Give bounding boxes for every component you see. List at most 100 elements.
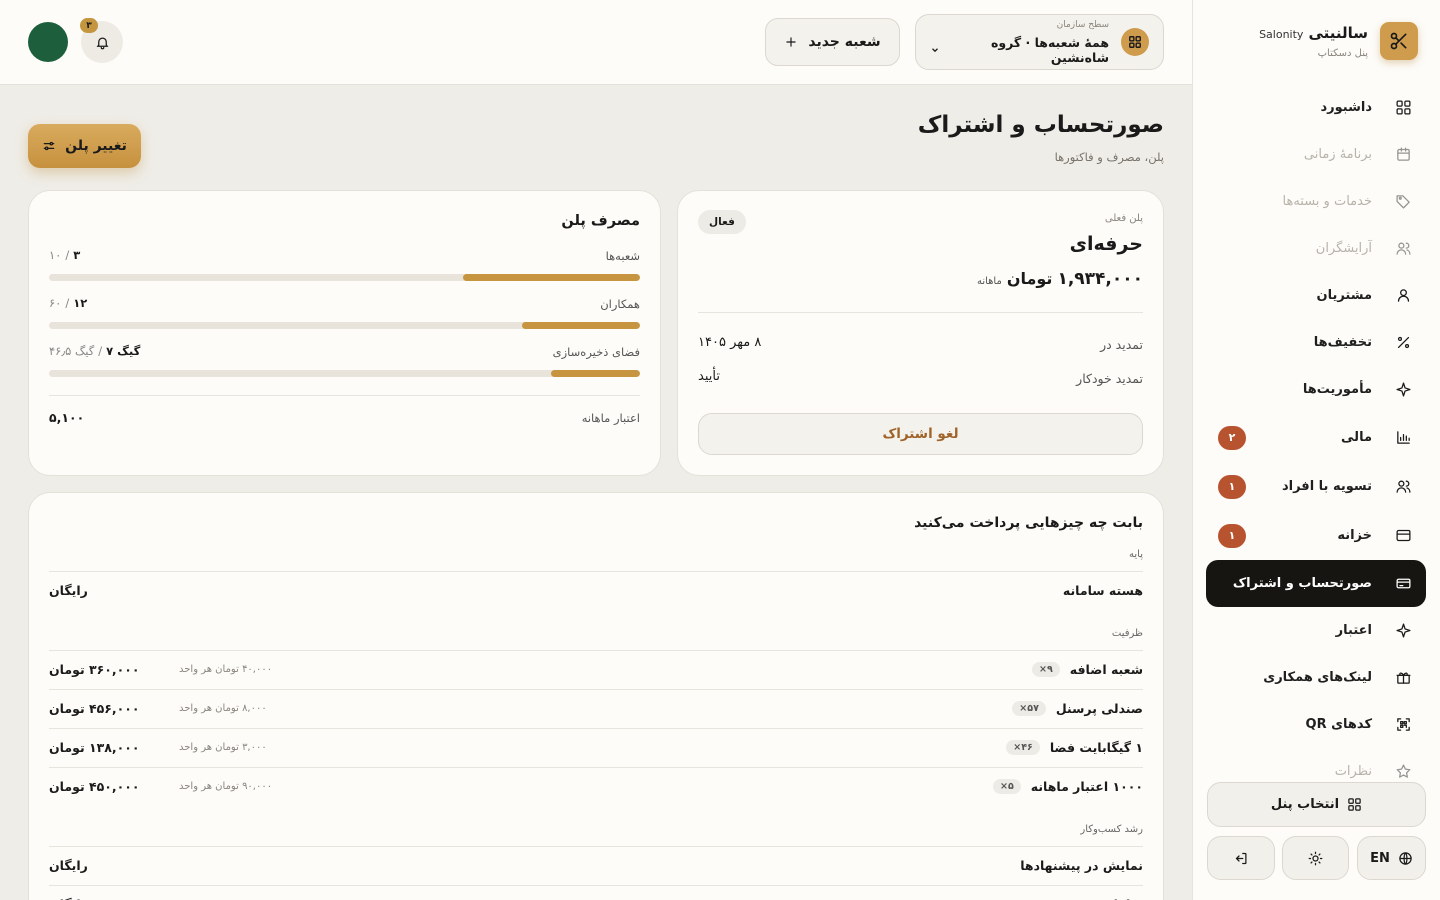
sidebar-item-badge: ۲: [1218, 425, 1246, 450]
star-icon: [1394, 763, 1412, 781]
plan-period: ماهانه: [976, 276, 1002, 287]
usage-used: ۷ گیگ: [106, 344, 141, 358]
language-label: EN: [1370, 850, 1390, 866]
sidebar-item-badge: ۱: [1218, 474, 1246, 499]
brand: سالنیتی Salonity پنل دسکتاپ: [1259, 22, 1418, 60]
chevron-down-icon: [930, 45, 940, 55]
globe-icon: [1398, 851, 1413, 866]
select-panel-button[interactable]: انتخاب پنل: [1207, 782, 1426, 827]
sidebar-item-4[interactable]: مشتریان: [1206, 272, 1426, 319]
brand-subtitle: پنل دسکتاپ: [1317, 47, 1368, 59]
change-plan-button[interactable]: تغییر پلن: [28, 124, 141, 168]
usage-total: ۱۰: [49, 248, 62, 262]
logout-button[interactable]: [1207, 836, 1275, 880]
sidebar-item-11[interactable]: اعتبار: [1206, 607, 1426, 654]
payment-item-amount: ۱۳۸,۰۰۰ تومان: [49, 740, 140, 755]
current-plan-card: پلن فعلی حرفه‌ای فعال ۱,۹۳۴,۰۰۰ تومان ما…: [677, 190, 1164, 476]
payment-item-amount: ۴۵۶,۰۰۰ تومان: [49, 701, 140, 716]
usage-row-value: ۱۰/۳: [49, 248, 81, 262]
chart-icon: [1394, 429, 1412, 447]
plan-name: حرفه‌ای: [1069, 233, 1143, 255]
sidebar-nav: داشبورد برنامهٔ زمانی خدمات و بسته‌ها آرایش…: [1206, 84, 1426, 795]
page-title: صورتحساب و اشتراک: [917, 112, 1164, 138]
org-selector[interactable]: سطح سازمان همهٔ شعبه‌ها · گروه شاه‌نشین: [915, 14, 1164, 70]
logout-icon: [1234, 851, 1249, 866]
monthly-credit-value: ۵,۱۰۰: [49, 410, 85, 425]
sidebar-item-1[interactable]: برنامهٔ زمانی: [1206, 131, 1426, 178]
usage-progress-bar: [49, 370, 640, 377]
payment-item-amount: رایگان: [49, 583, 88, 598]
sidebar-item-label: خدمات و بسته‌ها: [1282, 194, 1373, 209]
usage-used: ۳: [73, 248, 81, 262]
table-row: ۱ گیگابایت فضا ۴۶× ۳,۰۰۰ تومان هر واحد ۱۳۸,…: [49, 728, 1143, 766]
payment-item-multiplier: ۴۶×: [1006, 740, 1040, 755]
plan-currency: تومان: [1006, 269, 1053, 288]
sidebar-item-label: نظرات: [1334, 764, 1372, 779]
language-button[interactable]: EN: [1357, 836, 1426, 880]
payment-section-label: پایه: [1129, 549, 1143, 560]
sidebar-item-label: صورتحساب و اشتراک: [1232, 576, 1372, 591]
usage-total: ۴۶٫۵ گیگ: [49, 344, 95, 358]
sidebar-item-3[interactable]: آرایشگران: [1206, 225, 1426, 272]
payment-item-name: ۱۰۰۰ اعتبار ماهانه: [1030, 779, 1143, 794]
grid-icon: [1394, 99, 1412, 117]
plan-usage-card: مصرف پلن شعبه‌ها ۱۰/۳ همکاران ۶۰/۱۲ فضای ذخی…: [28, 190, 661, 476]
cancel-subscription-button[interactable]: لغو اشتراک: [698, 413, 1143, 455]
usage-progress-fill: [521, 322, 640, 329]
payment-item-unit-price: ۴۰,۰۰۰ تومان هر واحد: [179, 664, 273, 675]
sidebar-item-2[interactable]: خدمات و بسته‌ها: [1206, 178, 1426, 225]
gift-icon: [1394, 669, 1412, 687]
usage-row-label: همکاران: [600, 297, 640, 311]
sidebar-item-0[interactable]: داشبورد: [1206, 84, 1426, 131]
sidebar-item-6[interactable]: مأموریت‌ها: [1206, 366, 1426, 413]
payment-section-label: ظرفیت: [1111, 628, 1143, 639]
grid-icon: [1347, 797, 1362, 812]
user-icon: [1394, 287, 1412, 305]
sidebar-item-7[interactable]: مالی ۲: [1206, 413, 1426, 462]
notification-count-badge: ۳: [80, 18, 98, 33]
tag-icon: [1394, 193, 1412, 211]
payment-item-name: نمایش در پیشنهادها: [1020, 858, 1143, 873]
payment-item-name: صندلی پرسنل: [1055, 701, 1143, 716]
payment-breakdown-title: بابت چه چیزهایی پرداخت می‌کنید: [914, 515, 1143, 531]
auto-renew-value: تأیید: [698, 369, 720, 384]
org-value: همهٔ شعبه‌ها · گروه شاه‌نشین: [990, 34, 1109, 65]
card-icon: [1394, 575, 1412, 593]
select-panel-label: انتخاب پنل: [1270, 797, 1340, 812]
usage-used: ۱۲: [73, 296, 88, 310]
usage-progress-fill: [551, 370, 640, 377]
percent-icon: [1394, 334, 1412, 352]
sparkle-icon: [1394, 381, 1412, 399]
sidebar-item-12[interactable]: لینک‌های همکاری: [1206, 654, 1426, 701]
sidebar-item-10[interactable]: صورتحساب و اشتراک: [1206, 560, 1426, 607]
payment-breakdown-card: بابت چه چیزهایی پرداخت می‌کنید پایه هسته …: [28, 492, 1164, 900]
sidebar-item-9[interactable]: خزانه ۱: [1206, 511, 1426, 560]
auto-renew-label: تمدید خودکار: [1076, 371, 1143, 386]
payment-item-amount: ۴۵۰,۰۰۰ تومان: [49, 779, 140, 794]
users-icon: [1394, 478, 1412, 496]
sidebar-item-label: تسویه با افراد: [1281, 479, 1372, 494]
plan-price: ۱,۹۳۴,۰۰۰: [1057, 269, 1143, 289]
payment-item-name: هسته سامانه: [1062, 583, 1143, 598]
plan-kicker: پلن فعلی: [1104, 213, 1143, 224]
sidebar-item-5[interactable]: تخفیف‌ها: [1206, 319, 1426, 366]
usage-row-label: شعبه‌ها: [605, 249, 640, 263]
change-plan-label: تغییر پلن: [65, 138, 127, 154]
scissors-icon: [1380, 22, 1418, 60]
sidebar-item-label: برنامهٔ زمانی: [1303, 147, 1372, 162]
payment-item-unit-price: ۳,۰۰۰ تومان هر واحد: [179, 742, 267, 753]
usage-row-label: فضای ذخیره‌سازی: [552, 345, 640, 359]
new-branch-label: شعبه جدید: [808, 34, 881, 50]
table-row: ۱۰۰۰ اعتبار ماهانه ۵× ۹۰,۰۰۰ تومان هر واحد…: [49, 767, 1143, 805]
new-branch-button[interactable]: شعبه جدید: [765, 18, 900, 66]
payment-section-label: رشد کسب‌وکار: [1080, 824, 1143, 835]
table-row: هسته سامانه رایگان: [49, 571, 1143, 609]
table-row: صندلی پرسنل ۵۷× ۸,۰۰۰ تومان هر واحد ۴۵۶,۰۰۰…: [49, 689, 1143, 727]
sidebar-item-badge: ۱: [1218, 523, 1246, 548]
sidebar-item-13[interactable]: کدهای QR: [1206, 701, 1426, 748]
sidebar-item-8[interactable]: تسویه با افراد ۱: [1206, 462, 1426, 511]
usage-total: ۶۰: [49, 296, 62, 310]
avatar[interactable]: [28, 22, 68, 62]
sparkle-icon: [1394, 622, 1412, 640]
theme-toggle-button[interactable]: [1282, 836, 1349, 880]
